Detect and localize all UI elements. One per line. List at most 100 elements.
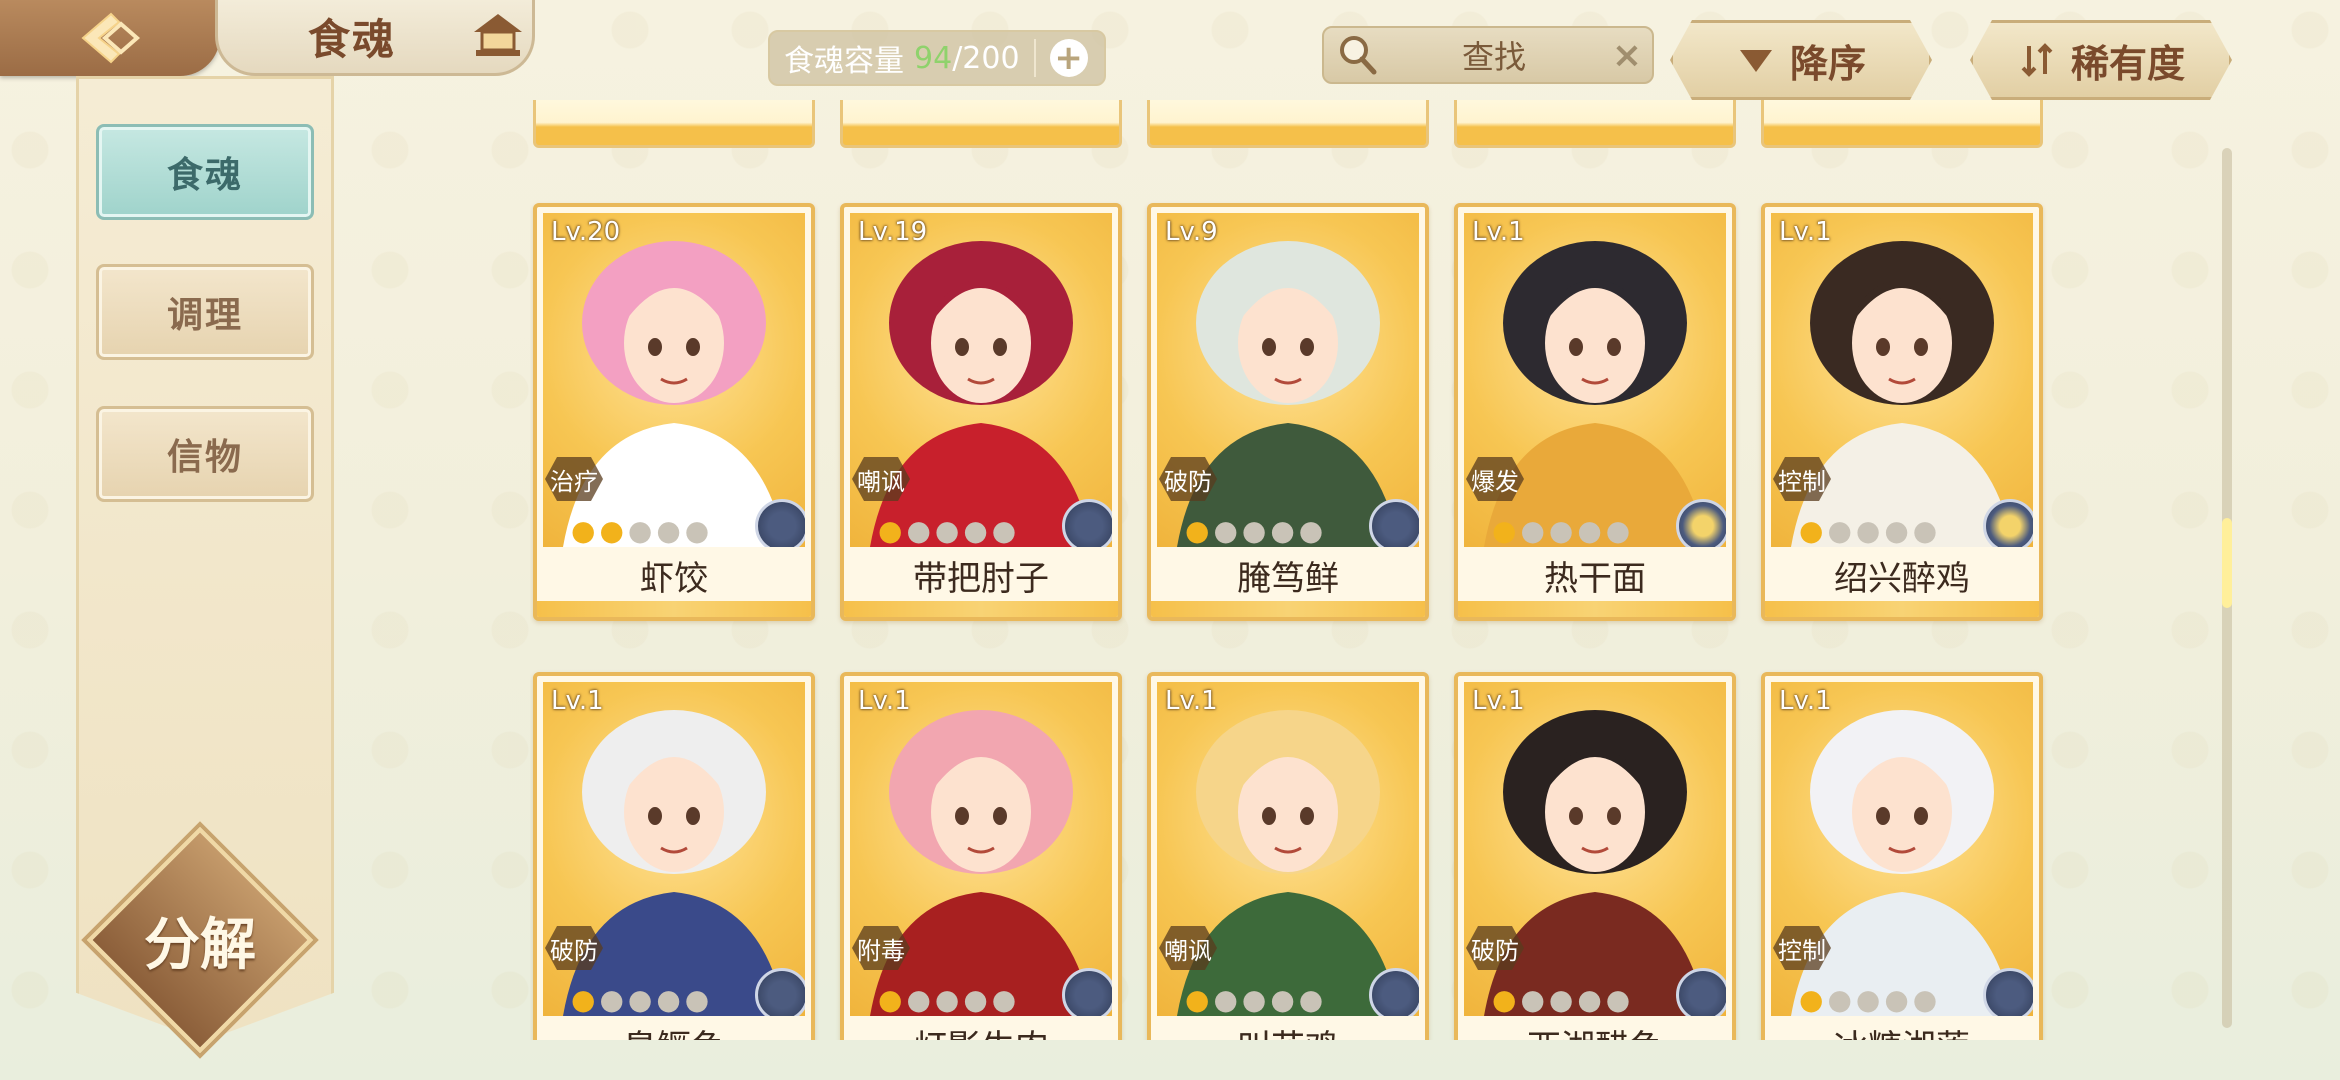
flame-star-icon: ● xyxy=(1270,514,1295,547)
level-label: Lv.1 xyxy=(1779,686,1832,716)
food-soul-card[interactable]: Lv.1附毒●●●●●灯影牛肉 xyxy=(840,672,1122,1040)
character-portrait: Lv.1 附毒 ● ● ● ● ● xyxy=(850,682,1112,1016)
sidebar-item-tokens[interactable]: 信物 xyxy=(96,406,314,502)
flame-star-icon: ● xyxy=(934,514,960,547)
element-flower-icon xyxy=(1369,499,1419,547)
search-box[interactable]: 查找 × xyxy=(1322,26,1654,84)
home-icon[interactable] xyxy=(470,10,526,60)
food-soul-card[interactable]: Lv.1嘲讽●●●●●叫花鸡 xyxy=(1147,672,1429,1040)
character-name: 臭鳜鱼 xyxy=(537,1020,811,1040)
character-name: 腌笃鲜 xyxy=(1237,559,1339,599)
flame-star-icon: ● xyxy=(1520,983,1545,1016)
page-title: 食魂 xyxy=(308,15,397,64)
partial-card[interactable] xyxy=(533,100,815,148)
sidebar-item-label: 调理 xyxy=(166,295,243,336)
role-badge: 附毒 xyxy=(852,926,910,970)
flame-star-icon: ● xyxy=(878,983,903,1016)
level-label: Lv.9 xyxy=(1165,217,1218,247)
element-flower-icon xyxy=(1983,968,2033,1016)
flame-star-icon: ● xyxy=(878,514,903,547)
character-name: 叫花鸡 xyxy=(1151,1020,1425,1040)
decompose-label: 分解 xyxy=(144,913,256,978)
star-rating: ● ● ● ● ● xyxy=(1799,984,1937,1016)
flame-star-icon: ● xyxy=(906,514,931,547)
flame-star-icon: ● xyxy=(1912,514,1938,547)
food-soul-card[interactable]: Lv.20 治疗 ● ● ● ● ● 虾饺 xyxy=(533,203,815,621)
sort-order-button[interactable]: 降序 xyxy=(1670,20,1932,100)
partial-card[interactable] xyxy=(840,100,1122,148)
partial-card[interactable] xyxy=(1454,100,1736,148)
flame-star-icon: ● xyxy=(1827,514,1852,547)
partial-card[interactable] xyxy=(1147,100,1429,148)
flame-star-icon: ● xyxy=(1520,514,1545,547)
food-soul-card[interactable]: Lv.1破防●●●●●西湖醋鱼 xyxy=(1454,672,1736,1040)
food-soul-card[interactable]: Lv.19 嘲讽 ● ● ● ● ● 带把肘子 xyxy=(840,203,1122,621)
food-soul-card[interactable]: Lv.1 控制 ● ● ● ● ● 绍兴醉鸡 xyxy=(1761,203,2043,621)
flame-star-icon: ● xyxy=(1185,983,1210,1016)
flame-star-icon: ● xyxy=(571,983,596,1016)
role-badge: 嘲讽 xyxy=(1159,926,1217,970)
rarity-filter-label: 稀有度 xyxy=(2070,41,2185,86)
back-button[interactable] xyxy=(0,0,220,76)
search-icon xyxy=(1340,36,1377,75)
flame-star-icon: ● xyxy=(571,514,596,547)
character-portrait: Lv.1 嘲讽 ● ● ● ● ● xyxy=(1157,682,1419,1016)
role-badge: 破防 xyxy=(1159,457,1217,501)
flame-star-icon: ● xyxy=(627,983,653,1016)
role-badge: 控制 xyxy=(1773,926,1831,970)
star-rating: ● ● ● ● ● xyxy=(1185,515,1323,547)
character-portrait: Lv.1 破防 ● ● ● ● ● xyxy=(1464,682,1726,1016)
sidebar-item-label: 食魂 xyxy=(166,155,243,196)
flame-star-icon: ● xyxy=(991,983,1017,1016)
scrollbar-thumb[interactable] xyxy=(2222,518,2232,608)
food-soul-card[interactable]: Lv.1 控制 ●●●●● 冰糖湘莲 xyxy=(1761,672,2043,1040)
flame-star-icon: ● xyxy=(1492,983,1517,1016)
clear-search-icon[interactable]: × xyxy=(1602,35,1652,76)
card-bottom-trim xyxy=(1458,601,1732,617)
rarity-filter-button[interactable]: 稀有度 xyxy=(1970,20,2232,100)
flame-star-icon: ● xyxy=(1548,514,1574,547)
flame-star-icon: ● xyxy=(1213,514,1238,547)
element-flower-icon xyxy=(755,968,805,1016)
flame-star-icon: ● xyxy=(1799,514,1824,547)
food-soul-card[interactable]: Lv.1破防●●●●●臭鳜鱼 xyxy=(533,672,815,1040)
food-soul-card[interactable]: Lv.1 爆发 ● ● ● ● ● 热干面 xyxy=(1454,203,1736,621)
partial-card[interactable] xyxy=(1761,100,2043,148)
character-portrait: Lv.19 嘲讽 ● ● ● ● ● xyxy=(850,213,1112,547)
element-flower-icon xyxy=(1062,968,1112,1016)
character-portrait: Lv.1 控制 ● ● ● ● ● xyxy=(1771,213,2033,547)
role-badge: 嘲讽 xyxy=(852,457,910,501)
food-soul-card[interactable]: Lv.9 破防 ● ● ● ● ● 腌笃鲜 xyxy=(1147,203,1429,621)
flame-star-icon: ● xyxy=(599,514,624,547)
flame-star-icon: ● xyxy=(599,983,624,1016)
character-portrait: Lv.1 爆发 ● ● ● ● ● xyxy=(1464,213,1726,547)
sidebar-item-label: 信物 xyxy=(166,437,243,478)
level-label: Lv.1 xyxy=(1472,217,1525,247)
character-name: 冰糖湘莲 xyxy=(1765,1020,2039,1040)
character-name: 灯影牛肉 xyxy=(844,1020,1118,1040)
element-flower-icon xyxy=(1062,499,1112,547)
role-badge: 爆发 xyxy=(1466,457,1524,501)
star-rating: ● ● ● ● ● xyxy=(1799,515,1937,547)
flame-star-icon: ● xyxy=(991,514,1017,547)
sort-order-label: 降序 xyxy=(1789,41,1866,86)
star-rating: ● ● ● ● ● xyxy=(878,515,1016,547)
role-badge: 破防 xyxy=(1466,926,1524,970)
star-rating: ● ● ● ● ● xyxy=(571,984,709,1016)
sidebar-item-conditioning[interactable]: 调理 xyxy=(96,264,314,360)
element-flower-icon xyxy=(1369,968,1419,1016)
flame-star-icon: ● xyxy=(906,983,931,1016)
star-rating: ● ● ● ● ● xyxy=(1492,984,1630,1016)
flame-star-icon: ● xyxy=(656,514,681,547)
flame-star-icon: ● xyxy=(1605,983,1631,1016)
sidebar-item-food-souls[interactable]: 食魂 xyxy=(96,124,314,220)
flame-star-icon: ● xyxy=(1241,514,1267,547)
element-flower-icon xyxy=(755,499,805,547)
expand-capacity-button[interactable]: + xyxy=(1049,38,1088,78)
flame-star-icon: ● xyxy=(1270,983,1295,1016)
top-bar: 食魂 食魂容量 94 /200 + 查找 × 降序 稀有度 xyxy=(0,0,2340,100)
flame-star-icon: ● xyxy=(1884,514,1909,547)
flame-star-icon: ● xyxy=(627,514,653,547)
back-arrow-icon xyxy=(81,12,141,64)
swap-icon xyxy=(2017,40,2057,80)
